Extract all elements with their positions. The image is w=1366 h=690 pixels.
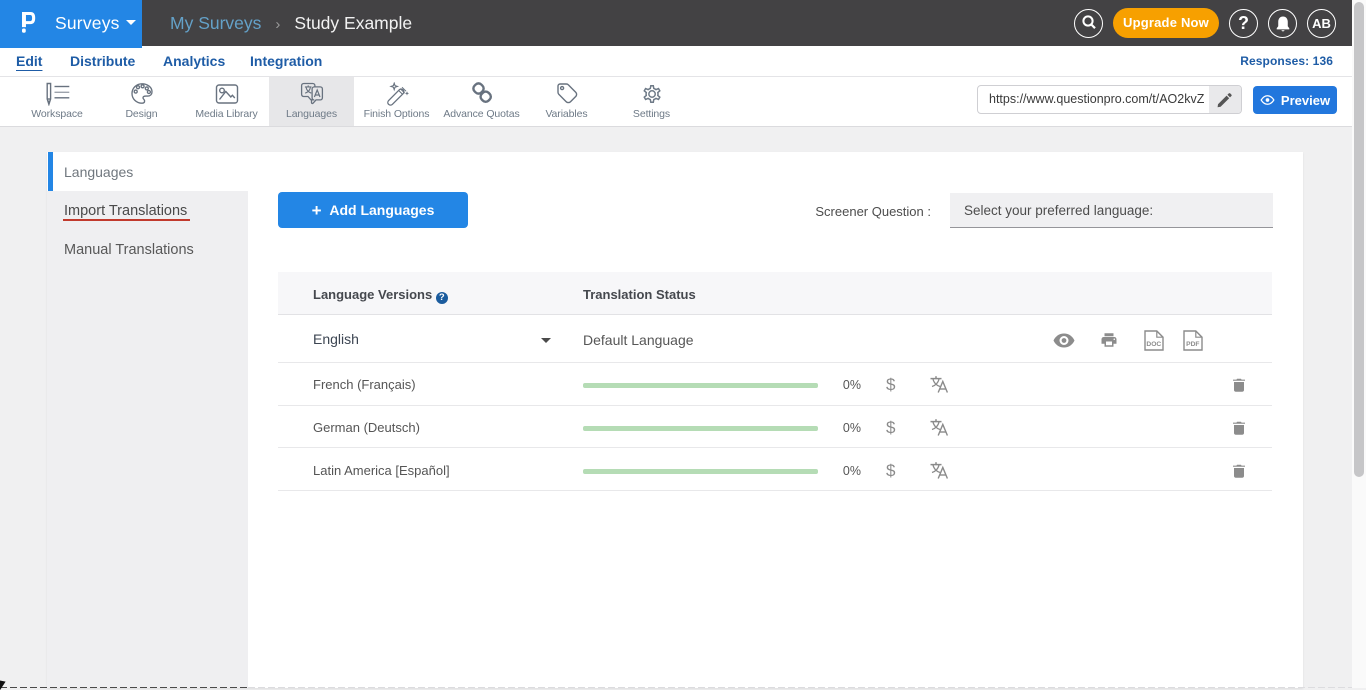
svg-text:PDF: PDF <box>1186 341 1199 348</box>
svg-text:DOC: DOC <box>1146 341 1161 348</box>
